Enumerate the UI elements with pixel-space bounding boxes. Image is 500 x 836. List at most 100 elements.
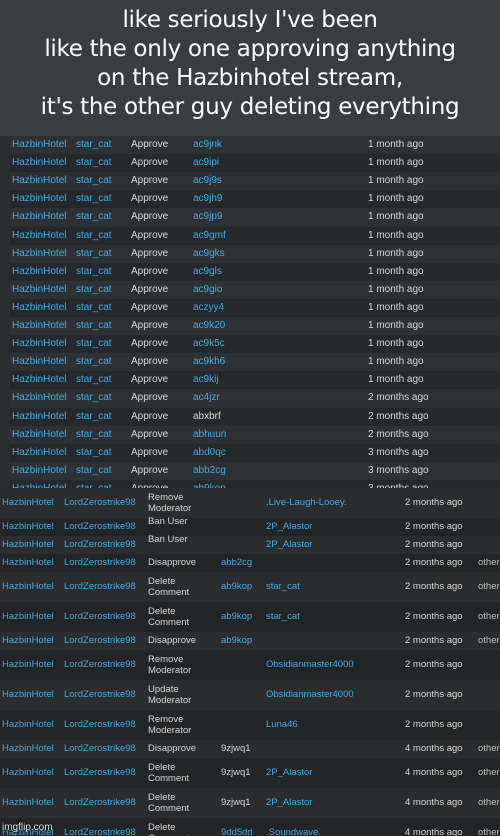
target-link[interactable]: abb2cg	[193, 462, 226, 480]
user-link[interactable]: LordZerostrike98	[64, 632, 136, 650]
user-link[interactable]: LordZerostrike98	[64, 680, 136, 710]
target-link[interactable]: 9zjwq1	[221, 740, 251, 758]
user-link[interactable]: LordZerostrike98	[64, 554, 136, 572]
stream-link[interactable]: HazbinHotel	[2, 572, 54, 602]
stream-link[interactable]: HazbinHotel	[12, 136, 66, 154]
stream-link[interactable]: HazbinHotel	[2, 788, 54, 818]
stream-link[interactable]: HazbinHotel	[12, 281, 66, 299]
stream-link[interactable]: HazbinHotel	[12, 190, 66, 208]
user-link[interactable]: star_cat	[76, 480, 112, 488]
stream-link[interactable]: HazbinHotel	[12, 263, 66, 281]
target-link[interactable]: ac9k5c	[193, 335, 225, 353]
target-link[interactable]: ac9ipi	[193, 154, 219, 172]
target-link[interactable]: ab9kop	[221, 572, 252, 602]
stream-link[interactable]: HazbinHotel	[12, 426, 66, 444]
user-link[interactable]: LordZerostrike98	[64, 572, 136, 602]
stream-link[interactable]: HazbinHotel	[12, 371, 66, 389]
stream-link[interactable]: HazbinHotel	[12, 462, 66, 480]
stream-link[interactable]: HazbinHotel	[2, 632, 54, 650]
detail-link[interactable]: 2P_Alastor	[266, 758, 312, 788]
user-link[interactable]: star_cat	[76, 462, 112, 480]
target-link[interactable]: ac9kij	[193, 371, 219, 389]
stream-link[interactable]: HazbinHotel	[12, 335, 66, 353]
user-link[interactable]: LordZerostrike98	[64, 602, 136, 632]
detail-link[interactable]: star_cat	[266, 572, 300, 602]
user-link[interactable]: star_cat	[76, 154, 112, 172]
target-link[interactable]: ac9kh6	[193, 353, 225, 371]
target-link[interactable]: ac9gls	[193, 263, 222, 281]
user-link[interactable]: LordZerostrike98	[64, 740, 136, 758]
detail-link[interactable]: Obsidianmaster4000	[266, 680, 354, 710]
user-link[interactable]: LordZerostrike98	[64, 710, 136, 740]
stream-link[interactable]: HazbinHotel	[2, 554, 54, 572]
detail-link[interactable]: Obsidianmaster4000	[266, 650, 354, 680]
stream-link[interactable]: HazbinHotel	[2, 758, 54, 788]
stream-link[interactable]: HazbinHotel	[2, 650, 54, 680]
stream-link[interactable]: HazbinHotel	[12, 245, 66, 263]
stream-link[interactable]: HazbinHotel	[12, 208, 66, 226]
target-link[interactable]: ac9jnk	[193, 136, 222, 154]
stream-link[interactable]: HazbinHotel	[12, 172, 66, 190]
user-link[interactable]: star_cat	[76, 136, 112, 154]
target-link[interactable]: 9dd5dd	[221, 818, 253, 836]
user-link[interactable]: star_cat	[76, 263, 112, 281]
user-link[interactable]: star_cat	[76, 426, 112, 444]
target-link[interactable]: ac9gmf	[193, 227, 226, 245]
detail-link[interactable]: star_cat	[266, 602, 300, 632]
stream-link[interactable]: HazbinHotel	[12, 408, 66, 426]
detail-link[interactable]: 2P_Alastor	[266, 788, 312, 818]
detail-link[interactable]: Luna46	[266, 710, 298, 740]
user-link[interactable]: star_cat	[76, 245, 112, 263]
target-link[interactable]: 9zjwq1	[221, 788, 251, 818]
stream-link[interactable]: HazbinHotel	[2, 536, 54, 554]
stream-link[interactable]: HazbinHotel	[2, 680, 54, 710]
user-link[interactable]: star_cat	[76, 317, 112, 335]
user-link[interactable]: LordZerostrike98	[64, 518, 136, 536]
target-link[interactable]: ac9jh9	[193, 190, 222, 208]
user-link[interactable]: star_cat	[76, 172, 112, 190]
stream-link[interactable]: HazbinHotel	[12, 389, 66, 407]
user-link[interactable]: LordZerostrike98	[64, 788, 136, 818]
detail-link[interactable]: .Live-Laugh-Looey.	[266, 488, 347, 518]
target-link[interactable]: ab9kop	[221, 632, 252, 650]
user-link[interactable]: star_cat	[76, 281, 112, 299]
user-link[interactable]: LordZerostrike98	[64, 818, 136, 836]
user-link[interactable]: LordZerostrike98	[64, 650, 136, 680]
detail-link[interactable]: 2P_Alastor	[266, 518, 312, 536]
stream-link[interactable]: HazbinHotel	[2, 740, 54, 758]
stream-link[interactable]: HazbinHotel	[12, 227, 66, 245]
user-link[interactable]: LordZerostrike98	[64, 488, 136, 518]
user-link[interactable]: star_cat	[76, 208, 112, 226]
stream-link[interactable]: HazbinHotel	[2, 710, 54, 740]
detail-link[interactable]: .Soundwave.	[266, 818, 321, 836]
user-link[interactable]: LordZerostrike98	[64, 536, 136, 554]
stream-link[interactable]: HazbinHotel	[12, 154, 66, 172]
user-link[interactable]: star_cat	[76, 444, 112, 462]
user-link[interactable]: star_cat	[76, 335, 112, 353]
user-link[interactable]: star_cat	[76, 227, 112, 245]
user-link[interactable]: star_cat	[76, 371, 112, 389]
stream-link[interactable]: HazbinHotel	[12, 444, 66, 462]
user-link[interactable]: star_cat	[76, 190, 112, 208]
detail-link[interactable]: 2P_Alastor	[266, 536, 312, 554]
target-link[interactable]: ab9kop	[193, 480, 226, 488]
user-link[interactable]: LordZerostrike98	[64, 758, 136, 788]
target-link[interactable]: ac9j9s	[193, 172, 222, 190]
target-link[interactable]: ac9k20	[193, 317, 225, 335]
stream-link[interactable]: HazbinHotel	[12, 317, 66, 335]
stream-link[interactable]: HazbinHotel	[2, 602, 54, 632]
user-link[interactable]: star_cat	[76, 408, 112, 426]
target-link[interactable]: abb2cg	[221, 554, 252, 572]
target-link[interactable]: ac9gks	[193, 245, 225, 263]
target-link[interactable]: ac9gio	[193, 281, 222, 299]
target-link[interactable]: abd0qc	[193, 444, 226, 462]
user-link[interactable]: star_cat	[76, 299, 112, 317]
stream-link[interactable]: HazbinHotel	[2, 518, 54, 536]
target-link[interactable]: ab9kop	[221, 602, 252, 632]
target-link[interactable]: 9zjwq1	[221, 758, 251, 788]
target-link[interactable]: ac9jp9	[193, 208, 222, 226]
user-link[interactable]: star_cat	[76, 389, 112, 407]
target-link[interactable]: abhuun	[193, 426, 226, 444]
target-link[interactable]: ac4jzr	[193, 389, 220, 407]
target-link[interactable]: aczyy4	[193, 299, 224, 317]
